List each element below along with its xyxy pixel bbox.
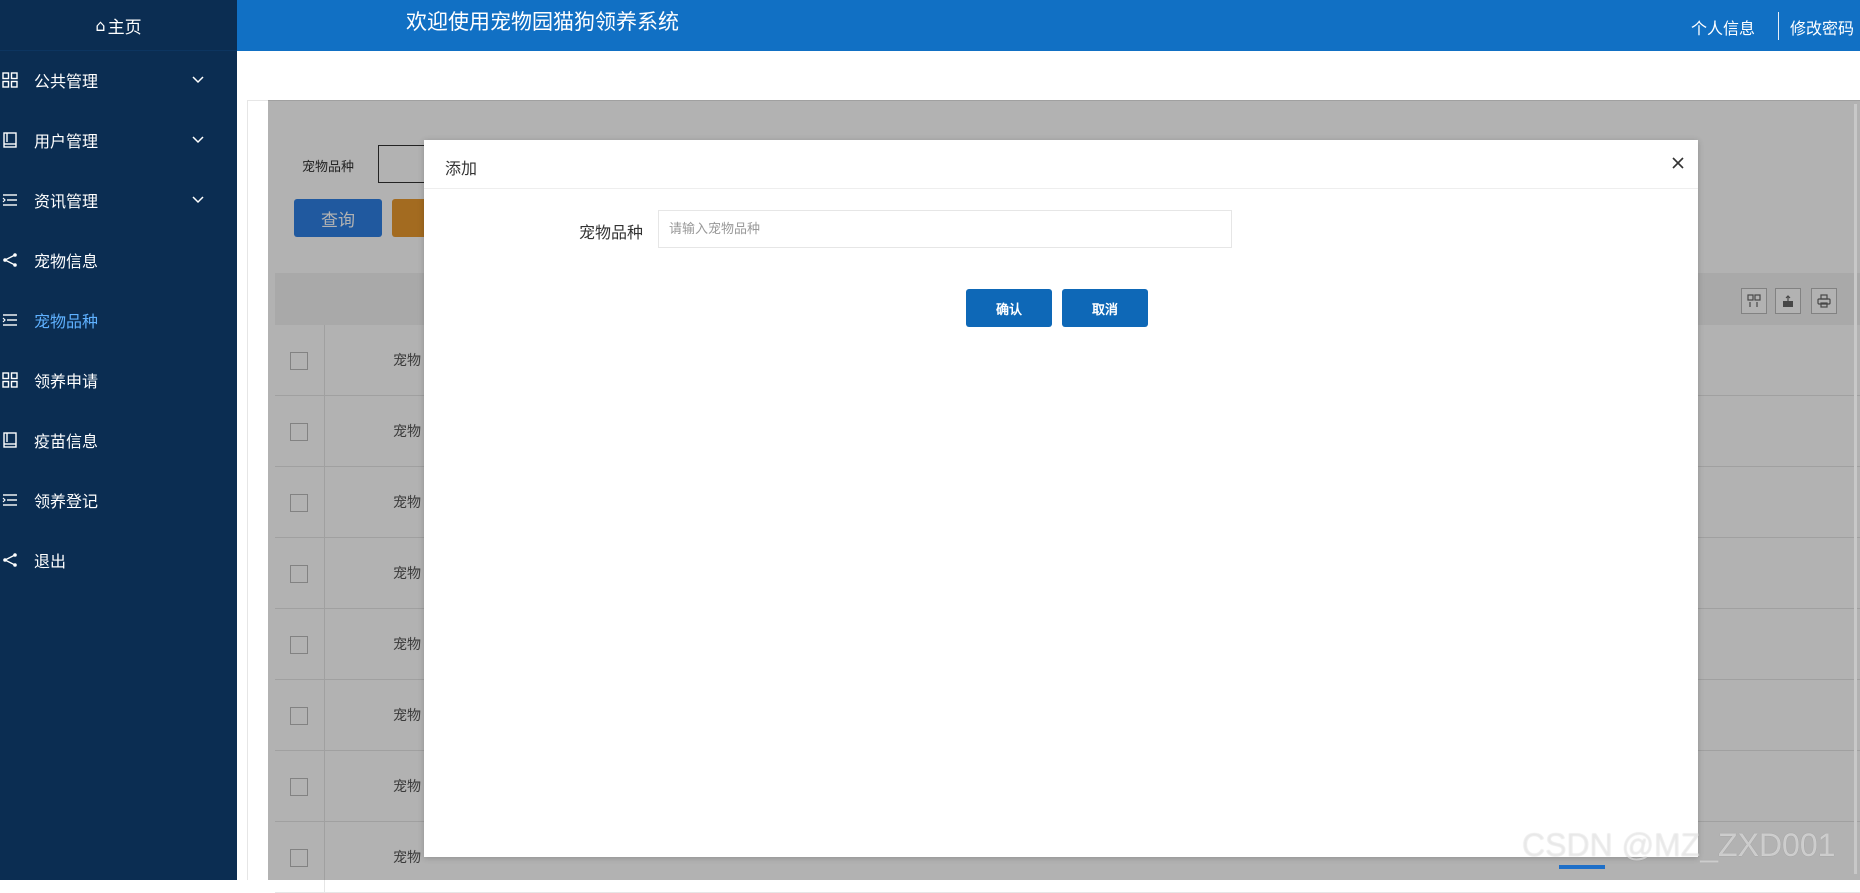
sidebar-item-label: 公共管理 [34, 72, 99, 91]
home-label: 主页 [107, 17, 142, 38]
watermark: CSDN @MZ_ZXD001 [1522, 827, 1836, 863]
list-icon [2, 492, 18, 508]
sidebar-item-label: 疫苗信息 [34, 432, 99, 451]
book-icon [2, 432, 18, 448]
home-icon: ⌂ [95, 15, 106, 35]
profile-link[interactable]: 个人信息 [1691, 15, 1755, 39]
breed-field-label: 宠物品种 [579, 223, 644, 242]
sidebar-item-label: 领养登记 [34, 492, 99, 511]
cancel-button[interactable]: 取消 [1062, 289, 1148, 327]
chevron-down-icon [190, 72, 206, 88]
sidebar-item-adoption-registration[interactable]: 领养登记 [0, 470, 237, 530]
add-dialog: 添加 宠物品种 确认 取消 [424, 140, 1698, 857]
sidebar-item-logout[interactable]: 退出 [0, 530, 237, 590]
sidebar-item-label: 领养申请 [34, 372, 99, 391]
pagination-indicator [1559, 865, 1605, 869]
confirm-button[interactable]: 确认 [966, 289, 1052, 327]
list-icon [2, 312, 18, 328]
sidebar-item-label: 用户管理 [34, 132, 99, 151]
close-icon [1671, 155, 1685, 174]
header-divider [1778, 12, 1779, 40]
grid-icon [2, 372, 18, 388]
dialog-title: 添加 [445, 159, 478, 178]
sidebar-item-user-management[interactable]: 用户管理 [0, 110, 237, 170]
sidebar-item-label: 资讯管理 [34, 192, 99, 211]
sidebar: ⌂ 主页 公共管理 用户管理 资讯管理 宠物信息 宠物品种 领养申请 疫苗信息 … [0, 0, 237, 880]
sidebar-item-pet-breed[interactable]: 宠物品种 [0, 290, 237, 350]
top-header: 欢迎使用宠物园猫狗领养系统 个人信息 修改密码 [237, 0, 1860, 51]
grid-icon [2, 72, 18, 88]
sidebar-item-pet-info[interactable]: 宠物信息 [0, 230, 237, 290]
close-button[interactable] [1666, 152, 1690, 176]
home-link[interactable]: ⌂ 主页 [0, 0, 237, 51]
sidebar-item-label: 宠物信息 [34, 252, 99, 271]
sidebar-item-news-management[interactable]: 资讯管理 [0, 170, 237, 230]
share-icon [2, 252, 18, 268]
breed-input[interactable] [658, 210, 1232, 248]
page-scrollbar[interactable] [1854, 104, 1857, 874]
dialog-header: 添加 [424, 140, 1698, 189]
share-icon [2, 552, 18, 568]
chevron-down-icon [190, 132, 206, 148]
book-icon [2, 132, 18, 148]
change-password-link[interactable]: 修改密码 [1790, 15, 1854, 39]
chevron-down-icon [190, 192, 206, 208]
sidebar-item-label: 宠物品种 [34, 312, 99, 331]
sidebar-item-vaccine-info[interactable]: 疫苗信息 [0, 410, 237, 470]
sidebar-item-adoption-application[interactable]: 领养申请 [0, 350, 237, 410]
list-icon [2, 192, 18, 208]
sidebar-item-public-management[interactable]: 公共管理 [0, 50, 237, 110]
app-title: 欢迎使用宠物园猫狗领养系统 [406, 10, 679, 34]
sidebar-item-label: 退出 [34, 552, 67, 571]
